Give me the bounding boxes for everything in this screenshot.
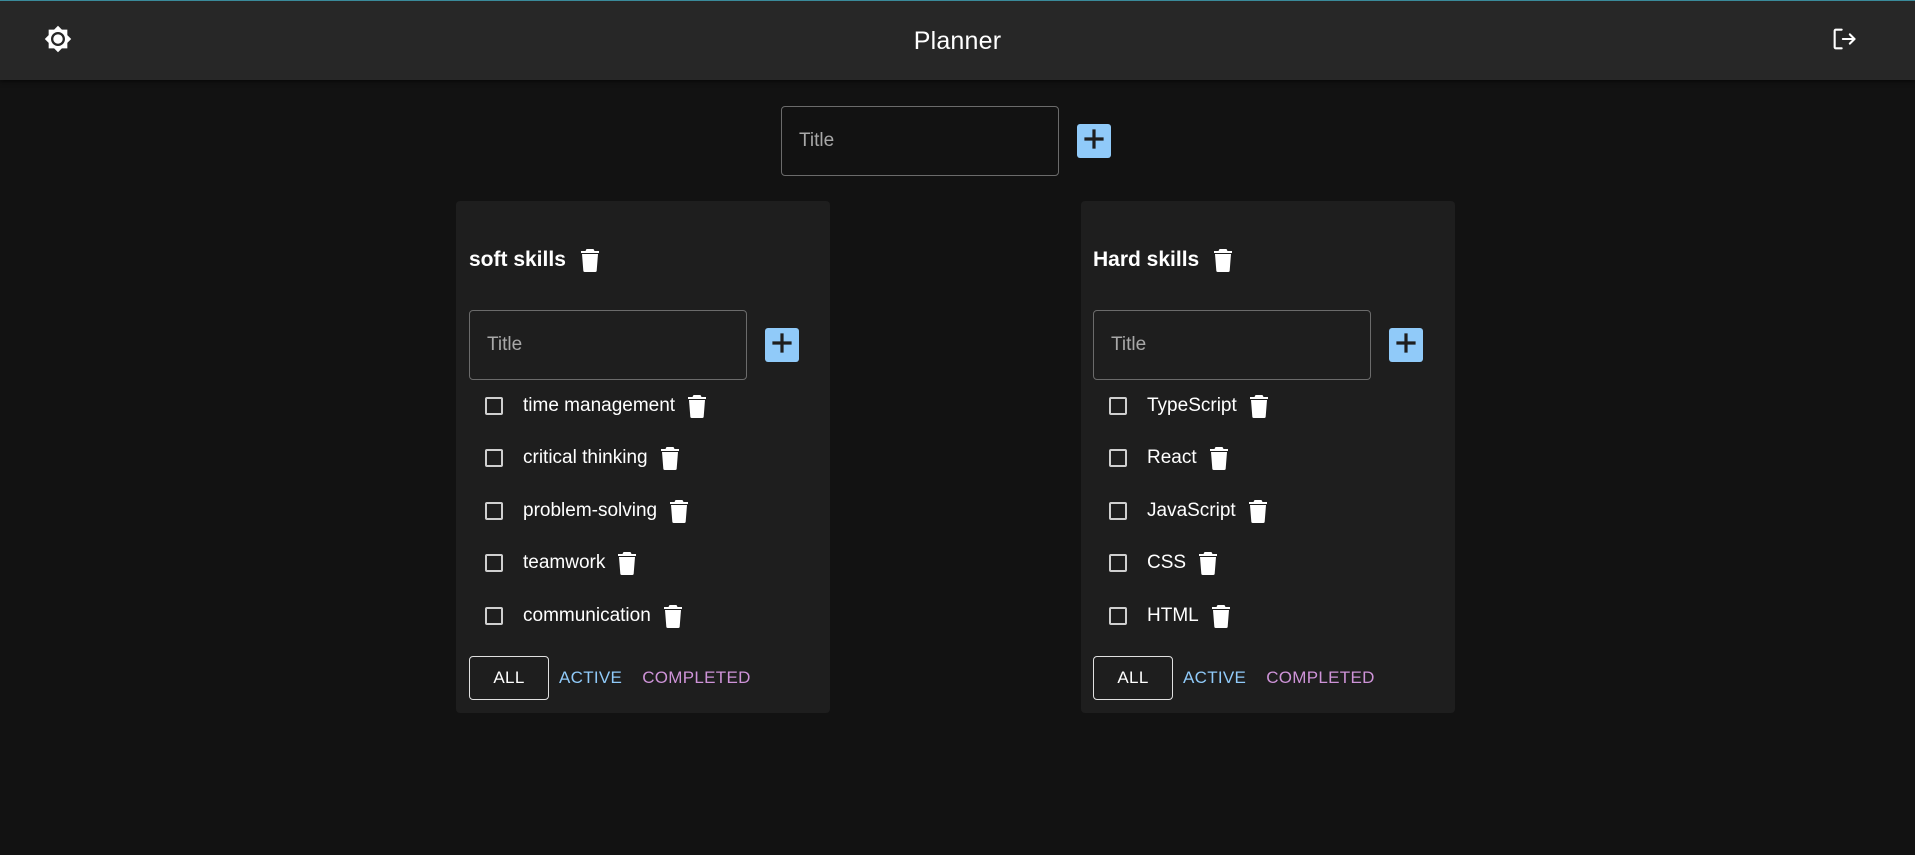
task-label: React bbox=[1147, 447, 1197, 468]
card-header-soft-skills: soft skills bbox=[469, 246, 602, 274]
filter-buttons: ALL ACTIVE COMPLETED bbox=[1093, 656, 1385, 700]
delete-list-button[interactable] bbox=[1211, 246, 1235, 274]
add-task-button[interactable] bbox=[765, 328, 799, 362]
add-list-button[interactable] bbox=[1077, 124, 1111, 158]
logout-icon bbox=[1830, 25, 1858, 58]
delete-task-button[interactable] bbox=[1247, 392, 1271, 420]
task-item: teamwork bbox=[485, 545, 639, 581]
filter-active-button[interactable]: ACTIVE bbox=[1173, 656, 1256, 700]
filter-completed-button[interactable]: COMPLETED bbox=[1256, 656, 1385, 700]
task-label: JavaScript bbox=[1147, 500, 1236, 521]
task-label: communication bbox=[523, 605, 651, 626]
delete-task-button[interactable] bbox=[661, 602, 685, 630]
task-item: React bbox=[1109, 440, 1231, 476]
task-checkbox[interactable] bbox=[1109, 554, 1127, 572]
trash-icon bbox=[1199, 552, 1218, 575]
trash-icon bbox=[688, 395, 707, 418]
task-checkbox[interactable] bbox=[485, 502, 503, 520]
task-label: critical thinking bbox=[523, 447, 648, 468]
filter-completed-button[interactable]: COMPLETED bbox=[632, 656, 761, 700]
delete-task-button[interactable] bbox=[1246, 497, 1270, 525]
task-label: teamwork bbox=[523, 552, 606, 573]
task-item: CSS bbox=[1109, 545, 1220, 581]
filter-buttons: ALL ACTIVE COMPLETED bbox=[469, 656, 761, 700]
trash-icon bbox=[663, 605, 682, 628]
task-checkbox[interactable] bbox=[1109, 397, 1127, 415]
delete-task-button[interactable] bbox=[685, 392, 709, 420]
delete-list-button[interactable] bbox=[578, 246, 602, 274]
card-title: soft skills bbox=[469, 248, 566, 271]
logout-button[interactable] bbox=[1826, 23, 1862, 59]
delete-task-button[interactable] bbox=[1209, 602, 1233, 630]
task-checkbox[interactable] bbox=[1109, 449, 1127, 467]
task-item: problem-solving bbox=[485, 493, 691, 529]
plus-icon bbox=[1082, 127, 1106, 156]
task-item: HTML bbox=[1109, 598, 1233, 634]
trash-icon bbox=[1248, 500, 1267, 523]
task-item: TypeScript bbox=[1109, 388, 1271, 424]
card-header-hard-skills: Hard skills bbox=[1093, 246, 1235, 274]
app-bar: Planner bbox=[0, 0, 1915, 80]
plus-icon bbox=[1394, 331, 1418, 360]
app-title: Planner bbox=[913, 26, 1002, 55]
add-task-button[interactable] bbox=[1389, 328, 1423, 362]
task-item: communication bbox=[485, 598, 685, 634]
new-task-field bbox=[469, 310, 747, 380]
delete-task-button[interactable] bbox=[667, 497, 691, 525]
filter-all-button[interactable]: ALL bbox=[1093, 656, 1173, 700]
task-label: CSS bbox=[1147, 552, 1187, 573]
trash-icon bbox=[580, 249, 599, 272]
card-title: Hard skills bbox=[1093, 248, 1200, 271]
task-checkbox[interactable] bbox=[485, 397, 503, 415]
filter-active-button[interactable]: ACTIVE bbox=[549, 656, 632, 700]
trash-icon bbox=[1211, 605, 1230, 628]
trash-icon bbox=[670, 500, 689, 523]
trash-icon bbox=[1209, 447, 1228, 470]
task-item: JavaScript bbox=[1109, 493, 1270, 529]
task-label: problem-solving bbox=[523, 500, 658, 521]
task-label: time management bbox=[523, 395, 676, 416]
trash-icon bbox=[1249, 395, 1268, 418]
delete-task-button[interactable] bbox=[615, 549, 639, 577]
delete-task-button[interactable] bbox=[1196, 549, 1220, 577]
new-task-title-input[interactable] bbox=[470, 311, 746, 379]
task-checkbox[interactable] bbox=[485, 607, 503, 625]
delete-task-button[interactable] bbox=[658, 444, 682, 472]
trash-icon bbox=[1214, 249, 1233, 272]
delete-task-button[interactable] bbox=[1207, 444, 1231, 472]
plus-icon bbox=[770, 331, 794, 360]
trash-icon bbox=[618, 552, 637, 575]
task-item: critical thinking bbox=[485, 440, 682, 476]
task-checkbox[interactable] bbox=[1109, 502, 1127, 520]
new-task-field bbox=[1093, 310, 1371, 380]
trash-icon bbox=[660, 447, 679, 470]
task-checkbox[interactable] bbox=[485, 554, 503, 572]
task-item: time management bbox=[485, 388, 709, 424]
new-list-field bbox=[781, 106, 1059, 176]
new-list-title-input[interactable] bbox=[782, 107, 1058, 175]
filter-all-button[interactable]: ALL bbox=[469, 656, 549, 700]
task-checkbox[interactable] bbox=[1109, 607, 1127, 625]
task-checkbox[interactable] bbox=[485, 449, 503, 467]
new-task-title-input[interactable] bbox=[1094, 311, 1370, 379]
task-label: TypeScript bbox=[1147, 395, 1237, 416]
task-label: HTML bbox=[1147, 605, 1199, 626]
